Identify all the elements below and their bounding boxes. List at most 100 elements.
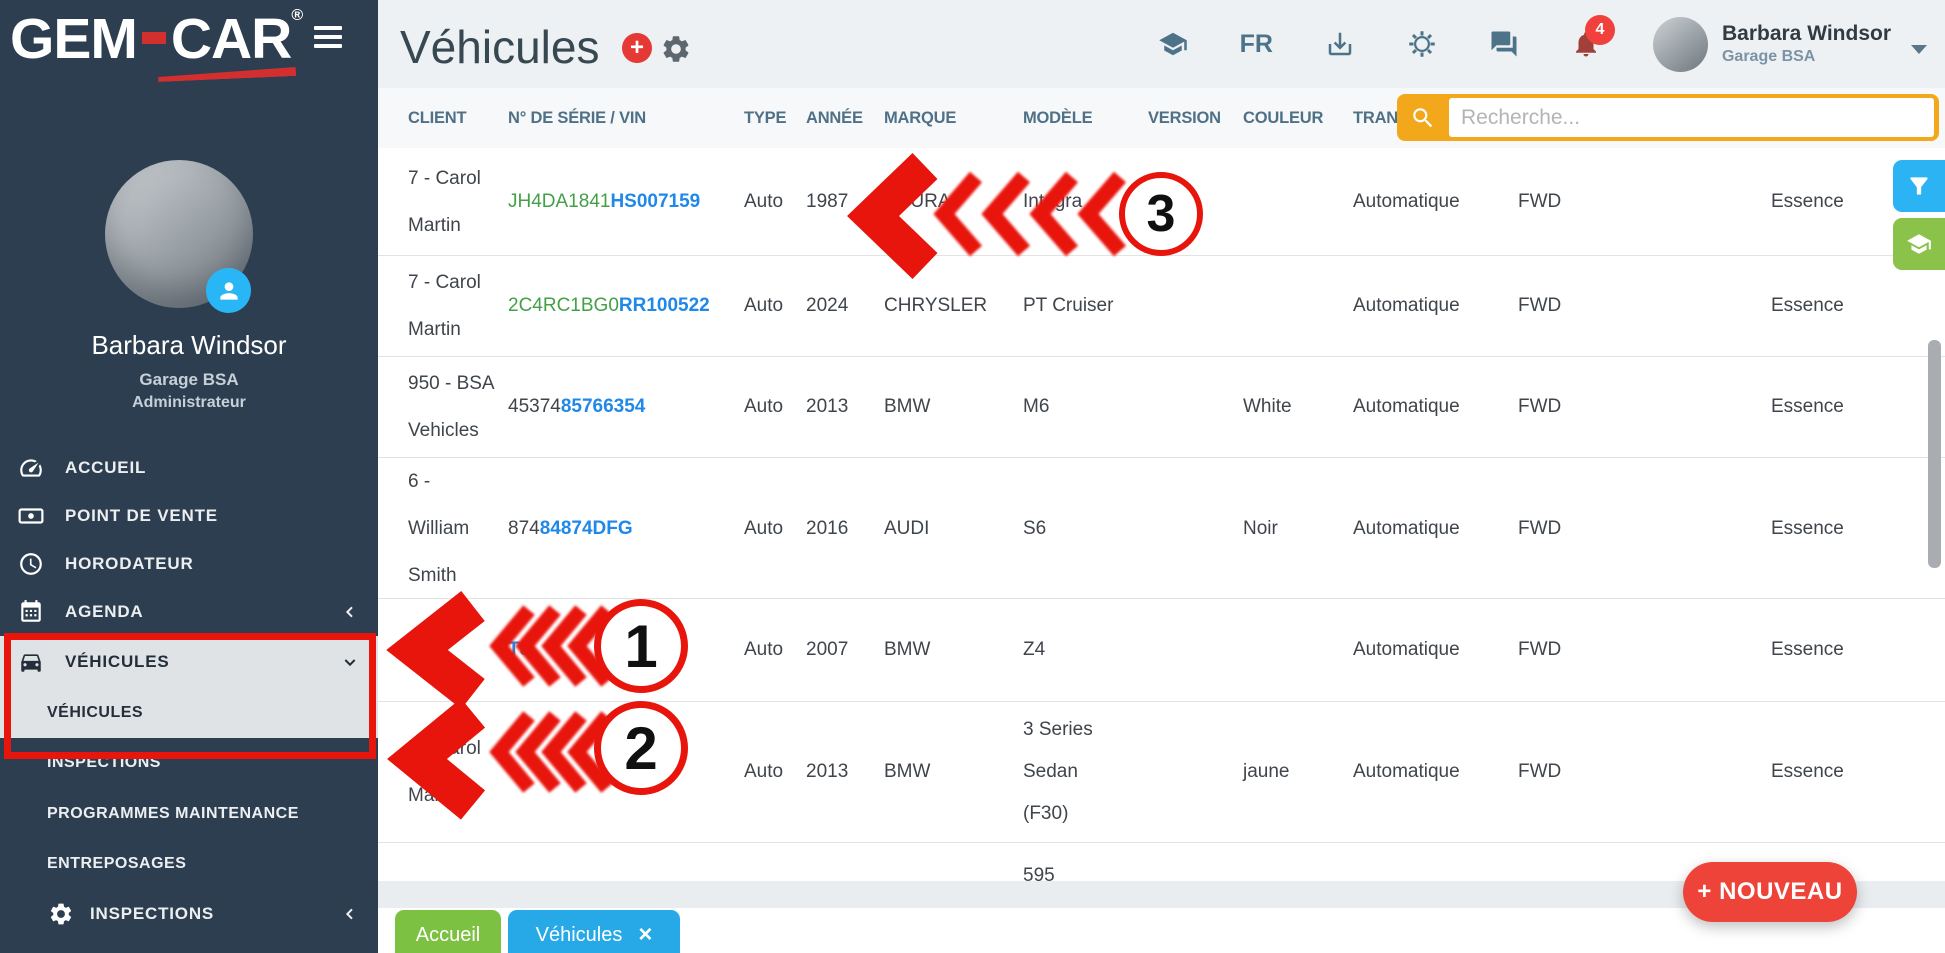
cell-model: S6	[1023, 508, 1148, 550]
table-row[interactable]: 2 T8 Auto 2007 BMW Z4 Automatique FWD Es…	[378, 599, 1945, 702]
cell-type: Auto	[744, 396, 806, 418]
gear-icon	[48, 901, 74, 927]
tab-accueil[interactable]: Accueil	[395, 910, 501, 953]
sidebar-item-label: VÉHICULES	[47, 704, 143, 722]
language-switcher[interactable]: FR	[1240, 30, 1273, 59]
cell-drivetrain: FWD	[1518, 295, 1771, 317]
main-content: Véhicules + FR 4 Barbara Windsor	[378, 0, 1945, 953]
tutorial-graduation-cap-button[interactable]	[1893, 218, 1945, 270]
sidebar-subitem-inspections[interactable]: INSPECTIONS	[0, 738, 378, 788]
cell-vin[interactable]: JH4DA1841HS007159	[508, 191, 744, 213]
chat-icon[interactable]	[1489, 29, 1519, 59]
logo-gem: GEM	[10, 7, 137, 71]
table-row[interactable]: 7 - CarolMartin JH4DA1841HS007159 Auto 1…	[378, 148, 1945, 256]
notifications-bell-icon[interactable]: 4	[1571, 29, 1601, 59]
add-vehicle-button[interactable]: +	[622, 33, 652, 63]
sidebar-item-agenda[interactable]: AGENDA	[0, 588, 378, 636]
col-header-marque[interactable]: MARQUE	[884, 109, 1023, 128]
col-header-version[interactable]: VERSION	[1148, 109, 1243, 128]
sidebar-item-accueil[interactable]: ACCUEIL	[0, 444, 378, 492]
sidebar-item-horodateur[interactable]: HORODATEUR	[0, 540, 378, 588]
hamburger-menu-icon[interactable]	[314, 26, 342, 53]
profile-company: Garage BSA	[0, 370, 378, 390]
money-icon	[18, 503, 44, 529]
cell-vin[interactable]: T8	[508, 639, 744, 661]
sidebar-subitem-entreposages[interactable]: ENTREPOSAGES	[0, 840, 378, 888]
cell-type: Auto	[744, 518, 806, 540]
cell-client: 7 - CarolMartin	[408, 259, 508, 353]
sidebar-item-label: PROGRAMMES MAINTENANCE	[47, 805, 299, 823]
cell-year: 2013	[806, 396, 884, 418]
user-company: Garage BSA	[1722, 48, 1891, 66]
notification-count-badge: 4	[1585, 15, 1615, 45]
vertical-scrollbar[interactable]	[1928, 340, 1941, 568]
cell-transmission: Automatique	[1353, 191, 1518, 213]
col-header-client[interactable]: CLIENT	[408, 109, 508, 128]
search-input[interactable]	[1449, 98, 1934, 137]
close-icon[interactable]: ×	[638, 923, 652, 947]
sidebar-subitem-vehicules[interactable]: VÉHICULES	[0, 688, 378, 738]
logo-registered-mark: ®	[291, 7, 302, 24]
profile-role: Administrateur	[0, 394, 378, 412]
profile-person-badge-icon[interactable]	[206, 268, 251, 313]
search-button[interactable]	[1397, 94, 1449, 141]
cell-client: 7 - CarolMartin	[408, 725, 508, 819]
col-header-annee[interactable]: ANNÉE	[806, 109, 884, 128]
cell-year: 1987	[806, 191, 884, 213]
cell-color: White	[1243, 396, 1353, 418]
user-menu[interactable]: Barbara Windsor Garage BSA	[1653, 17, 1927, 72]
table-row[interactable]: 7 - CarolMartin 2C4RC1BG0RR100522 Auto 2…	[378, 256, 1945, 357]
sidebar-item-point-de-vente[interactable]: POINT DE VENTE	[0, 492, 378, 540]
calendar-icon	[18, 599, 44, 625]
cell-drivetrain: FWD	[1518, 761, 1771, 783]
cell-type: Auto	[744, 295, 806, 317]
topbar-icons: FR 4 Barbara Windsor Garage BSA	[1158, 0, 1945, 88]
cell-make: BMW	[884, 396, 1023, 418]
cell-year: 2013	[806, 761, 884, 783]
cell-fuel: Essence	[1771, 639, 1945, 661]
cell-transmission: Automatique	[1353, 518, 1518, 540]
cell-transmission: Automatique	[1353, 396, 1518, 418]
cell-vin[interactable]: 2C4RC1BG0RR100522	[508, 295, 744, 317]
col-header-couleur[interactable]: COULEUR	[1243, 109, 1353, 128]
cell-color: jaune	[1243, 761, 1353, 783]
sidebar-subitem-programmes-maintenance[interactable]: PROGRAMMES MAINTENANCE	[0, 788, 378, 840]
sidebar: GEMCAR® Barbara Windsor Garage BSA Admin…	[0, 0, 378, 953]
cell-drivetrain: FWD	[1518, 639, 1771, 661]
filter-button[interactable]	[1893, 160, 1945, 212]
cell-model: Z4	[1023, 629, 1148, 671]
tab-vehicules[interactable]: Véhicules×	[508, 910, 680, 953]
cell-make: CHRYSLER	[884, 295, 1023, 317]
download-icon[interactable]	[1325, 29, 1355, 59]
sidebar-item-inspections-settings[interactable]: INSPECTIONS	[0, 888, 378, 940]
table-settings-gear-icon[interactable]	[660, 33, 692, 70]
settings-gear-icon[interactable]	[1407, 29, 1437, 59]
cell-type: Auto	[744, 191, 806, 213]
cell-year: 2007	[806, 639, 884, 661]
academy-graduation-cap-icon[interactable]	[1158, 29, 1188, 59]
cell-vin[interactable]: 4537485766354	[508, 396, 744, 418]
table-row[interactable]: 950 - BSAVehicles 4537485766354 Auto 201…	[378, 357, 1945, 458]
cell-model: M6	[1023, 386, 1148, 428]
cell-transmission: Automatique	[1353, 761, 1518, 783]
cell-year: 2016	[806, 518, 884, 540]
cell-fuel: Essence	[1771, 295, 1945, 317]
cell-client: 7 - CarolMartin	[408, 155, 508, 249]
col-header-modele[interactable]: MODÈLE	[1023, 109, 1148, 128]
dashboard-icon	[18, 455, 44, 481]
chevron-left-icon	[342, 604, 358, 620]
table-row[interactable]: 6 -WilliamSmith 87484874DFG Auto 2016 AU…	[378, 458, 1945, 599]
user-name: Barbara Windsor	[1722, 22, 1891, 46]
cell-transmission: Automatique	[1353, 295, 1518, 317]
cell-make: AUDI	[884, 518, 1023, 540]
sidebar-item-vehicules[interactable]: VÉHICULES	[0, 636, 378, 688]
cell-year: 2024	[806, 295, 884, 317]
sidebar-item-label: AGENDA	[65, 602, 143, 622]
col-header-type[interactable]: TYPE	[744, 109, 806, 128]
new-vehicle-button[interactable]: + NOUVEAU	[1683, 862, 1857, 922]
col-header-vin[interactable]: N° DE SÉRIE / VIN	[508, 109, 744, 128]
page-title: Véhicules	[400, 20, 599, 74]
cell-vin[interactable]: 87484874DFG	[508, 518, 744, 540]
table-row[interactable]: 7 - CarolMartin Auto 2013 BMW 3 SeriesSe…	[378, 702, 1945, 843]
cell-model: 3 SeriesSedan(F30)	[1023, 709, 1148, 835]
